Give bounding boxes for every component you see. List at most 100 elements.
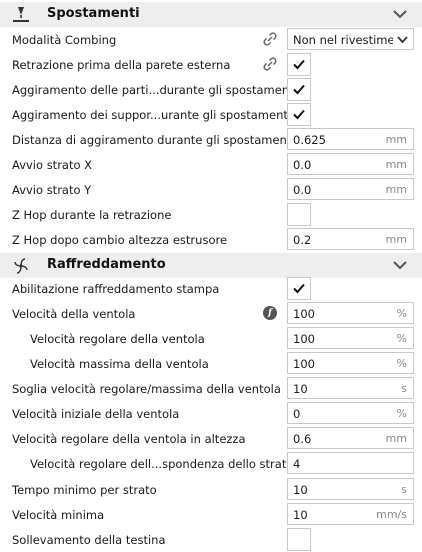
combing-mode-select[interactable]: Non nel rivestime...: [287, 28, 414, 50]
field-unit: %: [396, 307, 407, 320]
section-title-cooling: Raffreddamento: [47, 257, 166, 272]
setting-row-min-speed: Velocità minima 10 mm/s: [0, 502, 422, 527]
link-icon[interactable]: [263, 32, 277, 46]
setting-row-regular-fan-speed: Velocità regolare della ventola 100 %: [0, 326, 422, 351]
setting-label: Velocità minima: [12, 508, 105, 522]
setting-label: Velocità della ventola: [12, 307, 136, 321]
field-value: 0.0: [293, 183, 312, 197]
regular-fan-speed-height-input[interactable]: 0.6 mm: [287, 427, 414, 449]
field-value: 10: [293, 508, 308, 522]
setting-row-fan-speed: Velocità della ventola f 100 %: [0, 301, 422, 326]
setting-label: Distanza di aggiramento durante gli spos…: [12, 133, 295, 147]
field-unit: s: [401, 483, 407, 496]
setting-label: Sollevamento della testina: [12, 533, 166, 547]
setting-row-layer-start-y: Avvio strato Y 0.0 mm: [0, 177, 422, 202]
setting-row-avoid-distance: Distanza di aggiramento durante gli spos…: [0, 127, 422, 152]
setting-row-lift-head: Sollevamento della testina: [0, 527, 422, 552]
section-header-travel[interactable]: Spostamenti: [0, 2, 422, 27]
checkbox-checked[interactable]: [287, 277, 311, 300]
z-hop-extruder-switch-input[interactable]: 0.2 mm: [287, 228, 414, 250]
setting-row-regular-fan-speed-layer: Velocità regolare dell...spondenza dello…: [0, 451, 422, 476]
field-unit: %: [396, 407, 407, 420]
setting-row-max-fan-speed: Velocità massima della ventola 100 %: [0, 351, 422, 376]
layer-start-y-input[interactable]: 0.0 mm: [287, 178, 414, 200]
setting-label: Retrazione prima della parete esterna: [12, 58, 231, 72]
field-value: 0: [293, 407, 301, 421]
min-speed-input[interactable]: 10 mm/s: [287, 503, 414, 525]
checkbox-checked[interactable]: [287, 78, 311, 101]
checkbox-checked[interactable]: [287, 53, 311, 76]
section-header-cooling[interactable]: Raffreddamento: [0, 253, 422, 278]
select-value: Non nel rivestime...: [293, 33, 393, 47]
field-unit: mm: [385, 133, 407, 146]
setting-row-initial-fan-speed: Velocità iniziale della ventola 0 %: [0, 401, 422, 426]
setting-row-min-layer-time: Tempo minimo per strato 10 s: [0, 477, 422, 502]
setting-row-avoid-printed-parts: Aggiramento delle parti...durante gli sp…: [0, 77, 422, 102]
field-unit: mm: [385, 158, 407, 171]
setting-row-combing-mode: Modalità Combing Non nel rivestime...: [0, 27, 422, 52]
field-value: 10: [293, 382, 308, 396]
field-value: 0.2: [293, 233, 312, 247]
field-unit: %: [396, 357, 407, 370]
setting-row-layer-start-x: Avvio strato X 0.0 mm: [0, 152, 422, 177]
setting-row-avoid-supports: Aggiramento dei suppor...urante gli spos…: [0, 102, 422, 127]
check-icon: [293, 84, 305, 95]
max-fan-speed-input[interactable]: 100 %: [287, 352, 414, 374]
regular-fan-speed-layer-input[interactable]: 4: [287, 452, 414, 474]
setting-row-regular-fan-speed-height: Velocità regolare della ventola in altez…: [0, 426, 422, 451]
fan-speed-threshold-input[interactable]: 10 s: [287, 377, 414, 399]
setting-row-z-hop-retraction: Z Hop durante la retrazione: [0, 202, 422, 227]
checkbox-unchecked[interactable]: [287, 203, 311, 226]
link-icon[interactable]: [263, 57, 277, 71]
avoid-distance-input[interactable]: 0.625 mm: [287, 128, 414, 150]
fan-speed-input[interactable]: 100 %: [287, 302, 414, 324]
setting-row-enable-cooling: Abilitazione raffreddamento stampa: [0, 276, 422, 301]
setting-label: Velocità iniziale della ventola: [12, 407, 180, 421]
setting-label: Velocità regolare della ventola in altez…: [12, 432, 246, 446]
checkbox-checked[interactable]: [287, 103, 311, 126]
setting-row-z-hop-extruder-switch: Z Hop dopo cambio altezza estrusore 0.2 …: [0, 227, 422, 252]
fan-icon: [14, 258, 28, 274]
layer-start-x-input[interactable]: 0.0 mm: [287, 153, 414, 175]
setting-label: Soglia velocità regolare/massima della v…: [12, 382, 281, 396]
field-value: 0.0: [293, 158, 312, 172]
field-value: 0.625: [293, 133, 326, 147]
setting-label: Aggiramento dei suppor...urante gli spos…: [12, 108, 292, 122]
chevron-down-icon[interactable]: [393, 9, 407, 19]
section-title-travel: Spostamenti: [47, 6, 140, 21]
setting-label: Tempo minimo per strato: [12, 483, 157, 497]
check-icon: [293, 59, 305, 70]
field-value: 100: [293, 307, 315, 321]
setting-label: Velocità massima della ventola: [30, 357, 209, 371]
travel-icon: [13, 7, 29, 22]
field-unit: mm: [385, 233, 407, 246]
setting-label: Z Hop durante la retrazione: [12, 208, 172, 222]
setting-label: Aggiramento delle parti...durante gli sp…: [12, 83, 297, 97]
setting-row-fan-speed-threshold: Soglia velocità regolare/massima della v…: [0, 376, 422, 401]
setting-label: Avvio strato X: [12, 158, 93, 172]
regular-fan-speed-input[interactable]: 100 %: [287, 327, 414, 349]
setting-label: Avvio strato Y: [12, 183, 92, 197]
chevron-down-icon[interactable]: [393, 260, 407, 270]
field-value: 10: [293, 483, 308, 497]
check-icon: [293, 109, 305, 120]
setting-label: Z Hop dopo cambio altezza estrusore: [12, 233, 228, 247]
chevron-down-icon: [397, 36, 408, 44]
check-icon: [293, 283, 305, 294]
setting-label: Velocità regolare dell...spondenza dello…: [30, 457, 294, 471]
field-value: 0.6: [293, 432, 312, 446]
setting-label: Modalità Combing: [12, 33, 117, 47]
function-icon[interactable]: f: [263, 306, 277, 320]
setting-label: Velocità regolare della ventola: [30, 332, 205, 346]
initial-fan-speed-input[interactable]: 0 %: [287, 402, 414, 424]
checkbox-unchecked[interactable]: [287, 528, 311, 551]
field-unit: mm: [385, 183, 407, 196]
field-value: 4: [293, 457, 301, 471]
field-value: 100: [293, 357, 315, 371]
field-unit: mm/s: [376, 508, 407, 521]
field-unit: s: [401, 382, 407, 395]
setting-row-retract-before-outer-wall: Retrazione prima della parete esterna: [0, 52, 422, 77]
min-layer-time-input[interactable]: 10 s: [287, 478, 414, 500]
setting-label: Abilitazione raffreddamento stampa: [12, 282, 220, 296]
field-unit: mm: [385, 432, 407, 445]
